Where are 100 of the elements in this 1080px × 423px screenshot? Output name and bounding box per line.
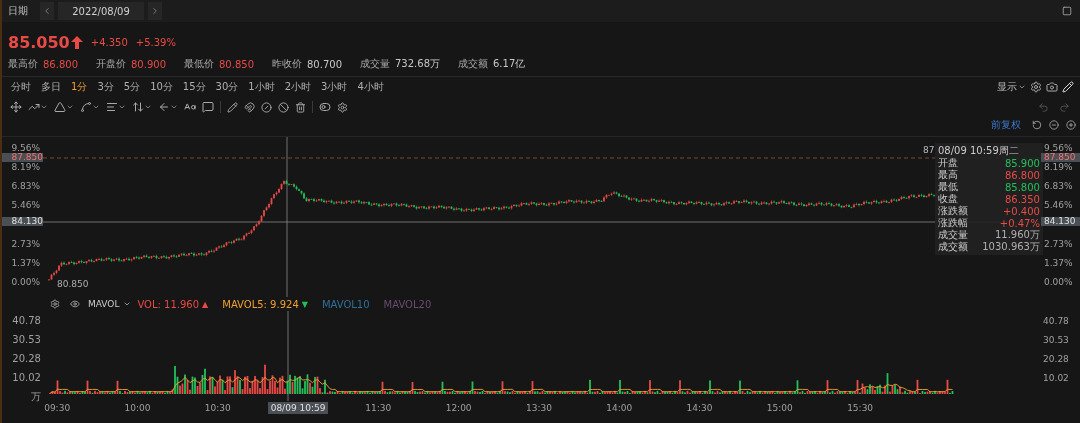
settings-icon[interactable] [337,101,348,113]
text-tool-tool[interactable] [184,101,196,113]
axis-label: 0.00% [1043,276,1074,287]
visibility-icon[interactable] [68,299,82,309]
stat-value: 6.17亿 [493,57,526,71]
low-price-label: 80.850 [56,279,89,289]
crosshair-time-tag: 08/09 10:59 [267,402,329,414]
stat-value: 732.68万 [395,57,440,71]
tooltip-value: 85.800 [1004,181,1040,193]
axis-label: 20.28 [11,353,41,364]
hide-icon[interactable] [261,101,272,113]
reset-icon[interactable] [1030,120,1044,130]
axis-label: 2.73% [10,238,40,249]
high-price-tag: 87.850 [2,153,43,162]
time-label: 14:30 [686,403,713,413]
axis-label: 1.37% [10,257,40,268]
tooltip-label: 涨跌幅 [937,216,968,229]
period-tab[interactable]: 2小时 [279,80,317,94]
display-menu[interactable]: 显示 [995,80,1028,94]
tooltip-value: 85.900 [1004,157,1040,169]
date-label: 日期 [8,4,28,18]
tooltip-label: 开盘 [937,156,958,169]
period-tab[interactable]: 1小时 [243,80,280,94]
stat-value: 80.850 [219,58,254,70]
axis-label: 20.28 [1043,353,1070,364]
date-field[interactable]: 2022/08/09 [58,2,144,20]
window-icon[interactable] [1060,6,1074,16]
axis-label: 1.37% [1043,257,1074,268]
tooltip-label: 最高 [937,168,958,182]
zoom-out-icon[interactable] [1047,120,1061,130]
axis-label: 9.56% [1043,142,1074,153]
move-icon [10,101,22,113]
axis-label: 2.73% [1043,238,1074,249]
camera-icon[interactable] [1044,81,1060,93]
trend-arrow: ▲ [202,299,209,309]
axis-label: 30.53 [11,334,41,345]
indicator-menu[interactable]: MAVOL [88,299,132,309]
caret-icon [40,103,48,111]
adjust-button[interactable]: 前复权 [991,118,1027,132]
period-tab[interactable]: 多日 [36,80,66,94]
period-tab[interactable]: 10分 [145,80,178,94]
zoom-in-icon[interactable] [1064,120,1078,130]
high-price-tag: 87.850 [1040,153,1080,162]
axis-label: 40.78 [1043,315,1070,326]
tooltip-value: +0.400 [1002,205,1040,217]
settings-icon[interactable] [48,299,62,309]
tooltip-label: 成交量 [937,228,968,241]
tooltip-label: 收盘 [937,192,958,205]
stat-value: 80.700 [307,58,342,70]
tooltip-value: 86.800 [1004,169,1040,181]
period-tab[interactable]: 3分 [92,80,119,94]
time-label: 10:00 [124,403,151,413]
trend-arrow: ▼ [301,299,308,309]
comment-tool[interactable] [202,101,214,113]
period-tab[interactable]: 1分 [66,80,93,94]
axis-label: 10.02 [11,372,41,383]
time-label: 09:30 [44,403,71,413]
crosshair-price-tag: 84.130 [1040,217,1080,226]
axis-label: 9.56% [10,142,40,153]
tooltip-title: 08/09 10:59周二 [937,145,1020,157]
trend-line-tool[interactable] [28,101,48,113]
toggle-icon[interactable] [319,101,331,113]
pencil-icon[interactable] [1060,81,1076,93]
ban-icon[interactable] [278,101,289,113]
period-tab[interactable]: 15分 [177,80,211,94]
price-change-percent: +5.39% [135,36,176,48]
period-tab[interactable]: 分时 [6,80,36,94]
legend-item: VOL: 11.960 [137,298,200,310]
settings-icon[interactable] [1028,81,1044,93]
time-label: 12:00 [445,403,472,413]
caret-icon [66,103,74,111]
move-tool[interactable] [10,101,22,113]
caret-icon [92,103,100,111]
high-price-label: 87 [922,145,935,155]
period-tab[interactable]: 30分 [210,80,244,94]
period-tab[interactable]: 5分 [118,80,146,94]
stat-label: 成交额 [458,57,488,71]
caret-icon [118,103,126,111]
trash-icon[interactable] [295,101,306,113]
curve-tool[interactable] [80,101,100,113]
chevron-left-icon [42,6,52,16]
lines-tool[interactable] [106,101,126,113]
text-tool-icon [184,101,196,113]
measure-tool[interactable] [132,101,152,113]
curve-icon [80,101,92,113]
time-label: 15:00 [766,403,793,413]
magnet-icon[interactable] [244,101,255,113]
arrow-tool[interactable] [158,101,178,113]
legend-item: MAVOL5: 9.924 [222,298,299,310]
caret-icon [170,103,178,111]
period-tab[interactable]: 3小时 [316,80,353,94]
stat-value: 80.900 [131,58,166,70]
tooltip-value: 1030.963万 [982,240,1040,254]
lines-icon [106,101,118,113]
period-tab[interactable]: 4小时 [352,80,389,94]
caret-icon [123,300,132,308]
crosshair-price-tag: 84.130 [2,217,43,226]
tooltip-label: 涨跌额 [937,204,968,218]
chevron-right-icon [150,6,160,16]
triangle-tool[interactable] [54,101,74,113]
